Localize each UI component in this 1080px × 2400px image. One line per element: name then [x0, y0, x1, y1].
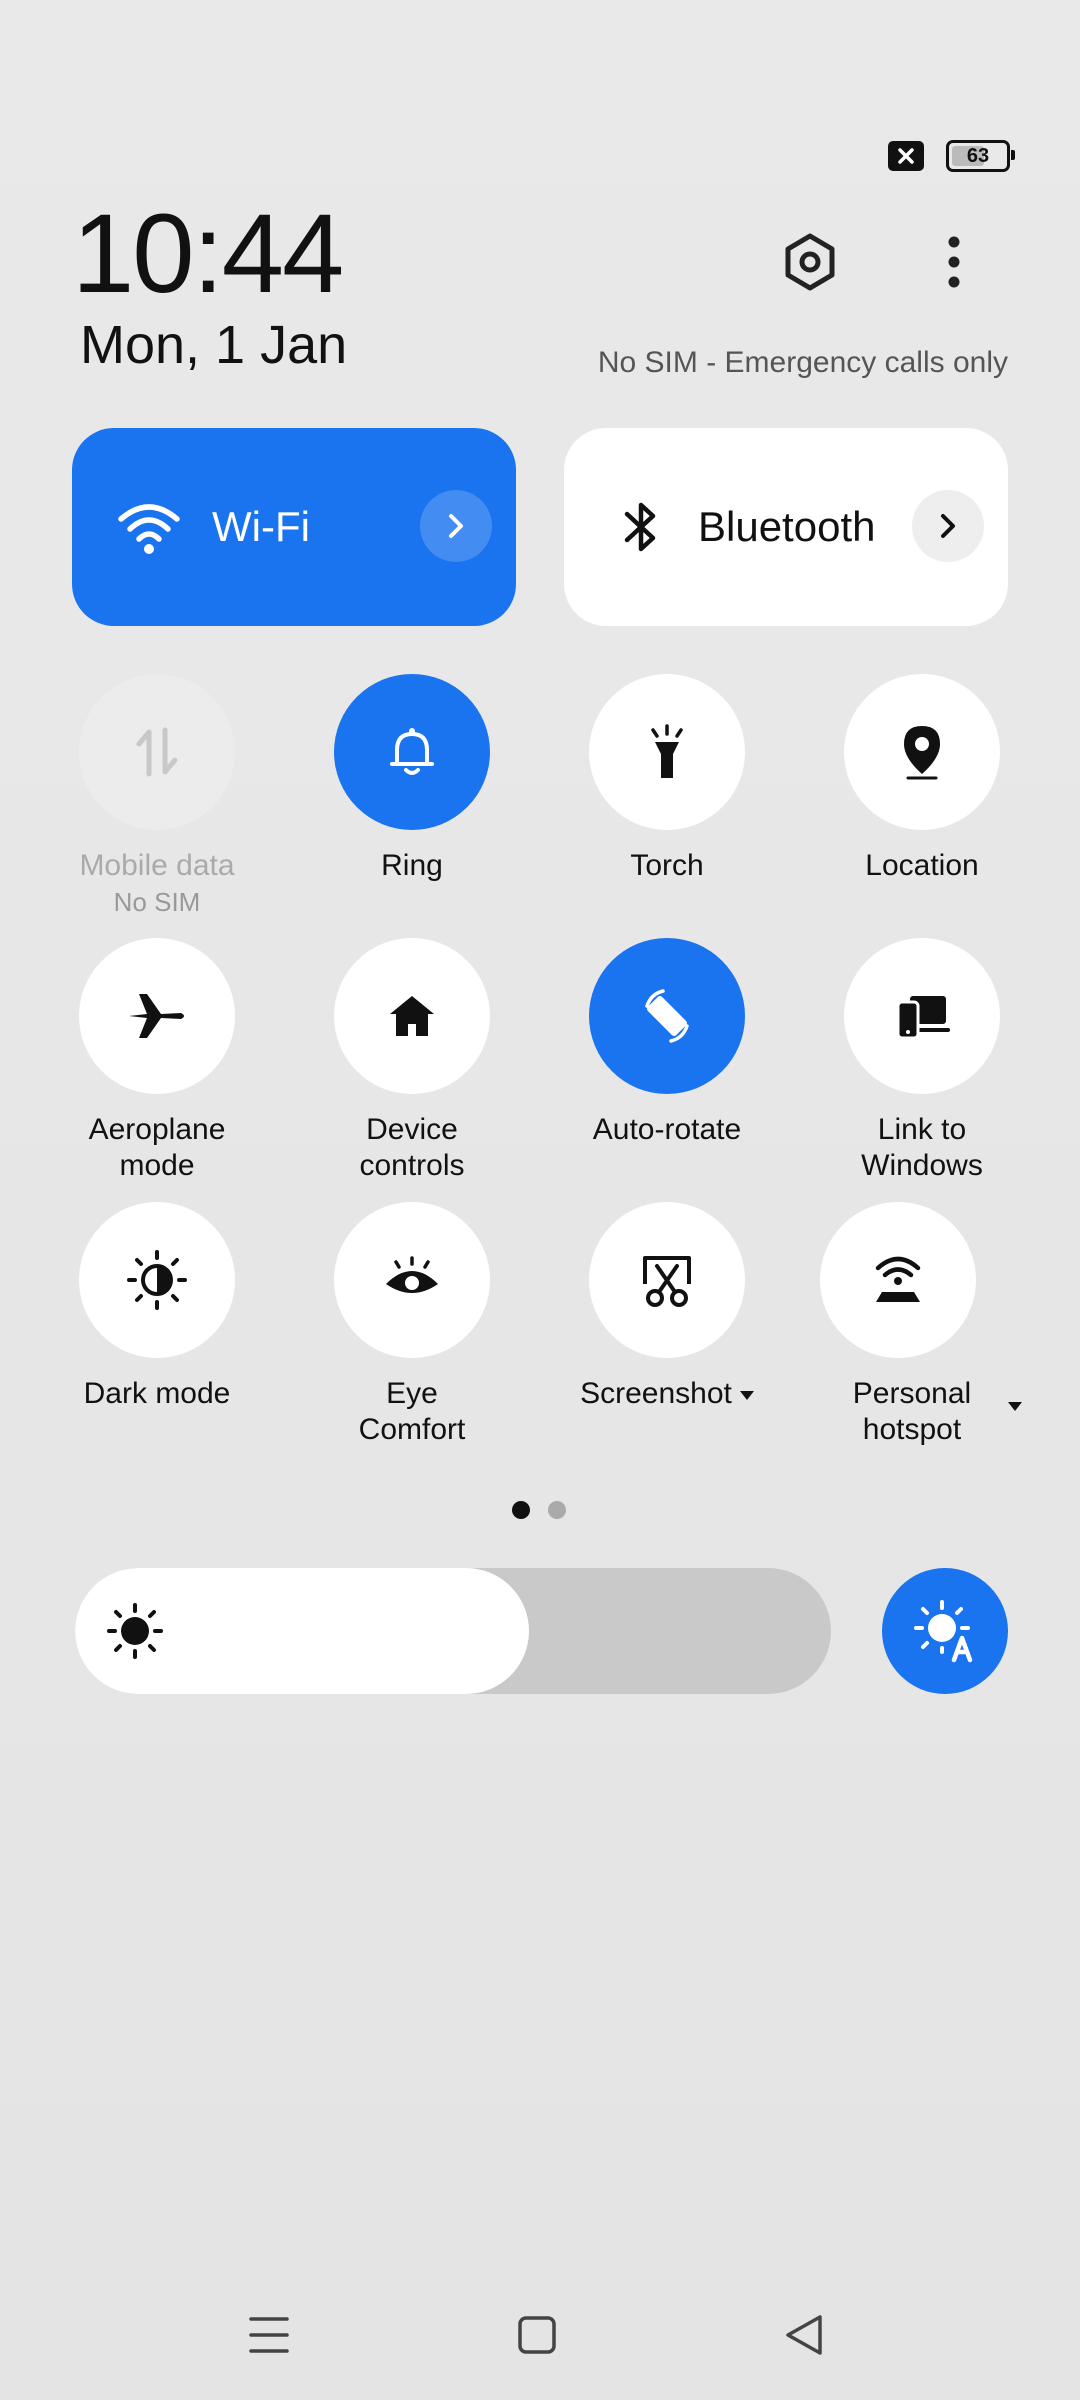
- wifi-tile[interactable]: Wi-Fi: [72, 428, 516, 626]
- wifi-details-button[interactable]: [420, 490, 492, 562]
- tile-aeroplane-mode[interactable]: Aeroplane mode: [47, 938, 267, 1184]
- home-icon: [390, 996, 434, 1036]
- hotspot-icon: [875, 1256, 921, 1302]
- battery-level: 63: [966, 144, 990, 167]
- back-triangle-icon: [786, 2315, 822, 2355]
- tile-label: Ring: [381, 849, 443, 882]
- tile-label: Aeroplane mode: [88, 1113, 226, 1182]
- tile-label: Torch: [630, 849, 704, 882]
- torch-toggle[interactable]: [589, 674, 745, 830]
- ring-toggle[interactable]: [334, 674, 490, 830]
- mobile-data-toggle[interactable]: [79, 674, 235, 830]
- brightness-sun-icon: [107, 1603, 163, 1659]
- wifi-label: Wi-Fi: [212, 503, 310, 550]
- tile-location[interactable]: Location: [812, 674, 1032, 884]
- tile-torch[interactable]: Torch: [557, 674, 777, 884]
- home-button[interactable]: [502, 2300, 572, 2370]
- tile-eye-comfort[interactable]: Eye Comfort: [302, 1202, 522, 1448]
- tile-mobile-data[interactable]: Mobile data No SIM: [47, 674, 267, 920]
- recents-button[interactable]: [234, 2300, 304, 2370]
- bluetooth-icon: [606, 492, 676, 562]
- chevron-right-icon: [941, 514, 955, 538]
- bluetooth-tile[interactable]: Bluetooth: [564, 428, 1008, 626]
- aeroplane-mode-toggle[interactable]: [79, 938, 235, 1094]
- dark-mode-toggle[interactable]: [79, 1202, 235, 1358]
- link-to-windows-toggle[interactable]: [844, 938, 1000, 1094]
- auto-rotate-icon: [645, 989, 689, 1043]
- device-controls-toggle[interactable]: [334, 938, 490, 1094]
- eye-comfort-toggle[interactable]: [334, 1202, 490, 1358]
- wifi-icon: [114, 492, 184, 562]
- link-to-windows-icon: [896, 996, 950, 1040]
- tile-personal-hotspot[interactable]: Personal hotspot: [802, 1202, 1022, 1448]
- brightness-slider[interactable]: [75, 1568, 831, 1694]
- bluetooth-details-button[interactable]: [912, 490, 984, 562]
- personal-hotspot-toggle[interactable]: [820, 1202, 976, 1358]
- more-vertical-icon: [948, 236, 960, 288]
- tile-label: Location: [865, 849, 979, 882]
- tile-label: Link to Windows: [861, 1113, 983, 1182]
- back-button[interactable]: [768, 2300, 838, 2370]
- tile-label: Device controls: [359, 1113, 465, 1182]
- gear-icon: [785, 233, 835, 291]
- bell-icon: [390, 728, 434, 775]
- eye-icon: [386, 1256, 438, 1293]
- more-options-button[interactable]: [914, 222, 994, 302]
- tile-sublabel: No SIM: [113, 887, 201, 917]
- caret-down-icon[interactable]: [739, 1390, 754, 1400]
- tile-label: Personal hotspot: [852, 1377, 972, 1446]
- page-dot[interactable]: [548, 1501, 566, 1519]
- menu-icon: [249, 2317, 289, 2353]
- screenshot-toggle[interactable]: [589, 1202, 745, 1358]
- tile-label: Eye Comfort: [358, 1377, 466, 1446]
- tile-label: Screenshot: [557, 1376, 777, 1412]
- home-square-icon: [518, 2316, 556, 2354]
- navigation-bar: [0, 2290, 1080, 2380]
- location-toggle[interactable]: [844, 674, 1000, 830]
- tile-label: Auto-rotate: [592, 1113, 742, 1146]
- page-indicator: [512, 1501, 566, 1519]
- status-bar: 63: [888, 140, 1015, 172]
- no-sim-icon: [888, 141, 924, 171]
- screenshot-icon: [643, 1256, 691, 1307]
- torch-icon: [651, 724, 683, 778]
- chevron-right-icon: [449, 514, 463, 538]
- tile-screenshot[interactable]: Screenshot: [557, 1202, 777, 1412]
- location-pin-icon: [904, 726, 940, 780]
- clock[interactable]: 10:44: [72, 198, 344, 310]
- sim-status-text: No SIM - Emergency calls only: [597, 346, 1008, 379]
- tile-label: Mobile data: [79, 849, 235, 882]
- auto-brightness-button[interactable]: [882, 1568, 1008, 1694]
- tile-link-to-windows[interactable]: Link to Windows: [812, 938, 1032, 1184]
- tile-dark-mode[interactable]: Dark mode: [47, 1202, 267, 1412]
- auto-brightness-icon: [914, 1600, 973, 1663]
- dark-mode-icon: [127, 1250, 187, 1310]
- auto-rotate-toggle[interactable]: [589, 938, 745, 1094]
- tile-auto-rotate[interactable]: Auto-rotate: [557, 938, 777, 1148]
- caret-down-icon[interactable]: [1008, 1402, 1022, 1411]
- bluetooth-label: Bluetooth: [698, 503, 876, 550]
- mobile-data-icon: [136, 727, 178, 777]
- aeroplane-icon: [129, 994, 184, 1038]
- date[interactable]: Mon, 1 Jan: [80, 318, 347, 372]
- settings-button[interactable]: [770, 222, 850, 302]
- page-dot[interactable]: [512, 1501, 530, 1519]
- tile-label: Dark mode: [83, 1377, 231, 1410]
- tile-ring[interactable]: Ring: [302, 674, 522, 884]
- tile-device-controls[interactable]: Device controls: [302, 938, 522, 1184]
- battery-icon: 63: [946, 140, 1015, 172]
